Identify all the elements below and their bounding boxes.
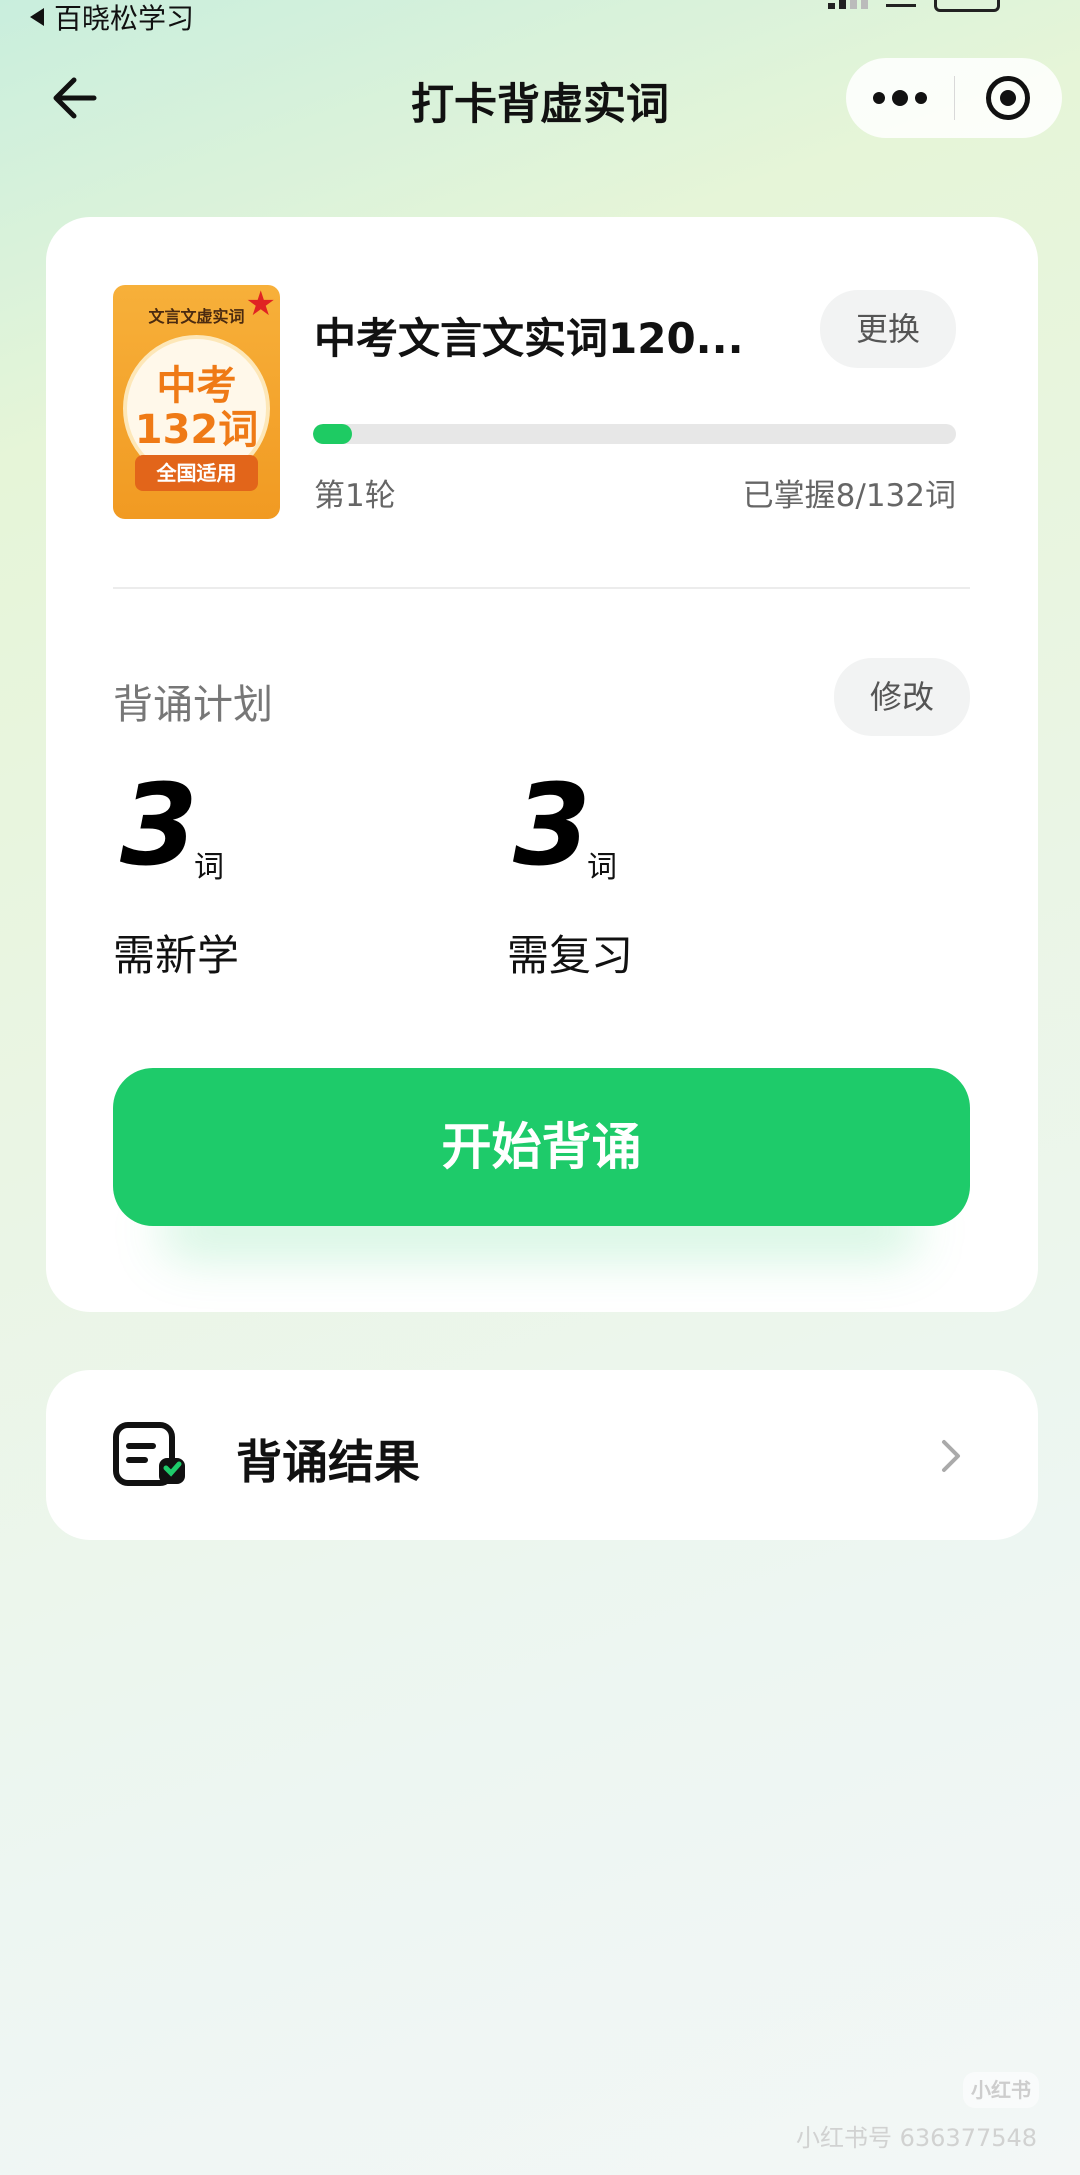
start-recite-button[interactable]: 开始背诵 [113,1068,970,1226]
book-title: 中考文言文实词120... [314,314,744,363]
more-icon[interactable] [846,58,954,138]
star-icon: ★ [245,285,276,324]
results-icon [113,1422,185,1486]
watermark-id: 小红书号 636377548 [796,2124,1038,2152]
status-indicators [828,0,1000,12]
battery-icon [934,0,1000,12]
edit-plan-button[interactable]: 修改 [834,658,970,736]
cover-line2: 132词 [134,407,259,453]
signal-icon [828,0,868,9]
new-words-count: 3 [120,761,198,891]
clock-fragment [886,0,916,7]
results-card[interactable] [46,1370,1038,1540]
progress-fill [313,424,352,444]
divider [113,587,970,589]
round-label: 第1轮 [314,478,396,514]
review-words-count: 3 [513,761,591,891]
new-words-label: 需新学 [113,931,240,980]
status-back-to-app[interactable]: 百晓松学习 [30,0,195,35]
change-book-button[interactable]: 更换 [820,290,956,368]
chevron-right-icon [942,1440,960,1472]
book-cover: 文言文虚实词 ★ 中考 132词 全国适用 [113,285,280,519]
watermark-logo: 小红书 [963,2072,1039,2108]
miniprogram-capsule [846,58,1062,138]
review-words-unit: 词 [587,850,617,885]
status-back-app-label: 百晓松学习 [54,2,195,35]
new-words-unit: 词 [194,850,224,885]
back-triangle-icon [30,8,44,26]
mastered-count: 已掌握8/132词 [742,478,956,514]
close-miniprogram-icon[interactable] [955,58,1061,138]
progress-bar [313,424,956,444]
review-words-label: 需复习 [507,931,634,980]
results-label: 背诵结果 [236,1435,420,1489]
cover-badge: 全国适用 [135,455,258,491]
plan-title: 背诵计划 [113,682,273,728]
